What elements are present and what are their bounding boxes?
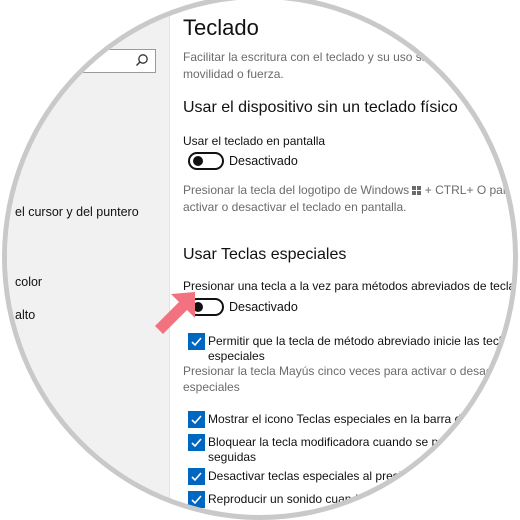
- hint-text-part-2: + CTRL+ O para: [421, 183, 514, 197]
- settings-main: Teclado Facilitar la escritura con el te…: [183, 0, 513, 515]
- shortcut-hint-line-1: Presionar la tecla Mayús cinco veces par…: [183, 364, 518, 378]
- on-screen-keyboard-hint-line-2: activar o desactivar el teclado en panta…: [183, 200, 407, 214]
- section-heading-sticky-keys: Usar Teclas especiales: [183, 246, 347, 263]
- on-screen-keyboard-toggle-state: Desactivado: [229, 154, 298, 168]
- sidebar-item-contrast[interactable]: alto: [15, 308, 35, 322]
- checkbox-lock-modifier[interactable]: [188, 434, 205, 451]
- checkmark-icon: [191, 495, 202, 505]
- search-input[interactable]: [7, 49, 156, 73]
- checkbox-label-lock-line-2: seguidas: [208, 450, 257, 464]
- sidebar-item-color[interactable]: color: [15, 275, 42, 289]
- magnifier-lens: el cursor y del puntero color alto Tecla…: [2, 0, 518, 520]
- checkbox-turn-off[interactable]: [188, 468, 205, 485]
- page-description-line-1: Facilitar la escritura con el teclado y …: [183, 50, 454, 64]
- on-screen-keyboard-hint-line-1: Presionar la tecla del logotipo de Windo…: [183, 182, 514, 199]
- toggle-knob: [193, 156, 203, 166]
- on-screen-keyboard-label: Usar el teclado en pantalla: [183, 134, 326, 148]
- pointer-arrow-icon: [155, 292, 195, 334]
- on-screen-keyboard-toggle[interactable]: [188, 152, 224, 170]
- checkbox-show-icon[interactable]: [188, 411, 205, 428]
- sidebar-item-cursor[interactable]: el cursor y del puntero: [15, 205, 139, 219]
- checkbox-label-lock-line-1: Bloquear la tecla modificadora cuando se…: [208, 435, 478, 449]
- checkbox-label-line-2: especiales: [208, 349, 265, 363]
- checkmark-icon: [191, 472, 202, 482]
- section-heading-physical-keyboard: Usar el dispositivo sin un teclado físic…: [183, 99, 458, 116]
- search-icon: [136, 54, 148, 66]
- hint-text-part-1: Presionar la tecla del logotipo de Windo…: [183, 183, 413, 197]
- page-title: Teclado: [183, 15, 259, 40]
- sticky-keys-label: Presionar una tecla a la vez para método…: [183, 279, 518, 293]
- checkbox-label-play-sound: Reproducir un sonido cuando: [208, 492, 365, 506]
- checkbox-label-line-1: Permitir que la tecla de método abreviad…: [208, 334, 515, 348]
- checkbox-label-turn-off: Desactivar teclas especiales al presiona…: [208, 469, 426, 483]
- checkmark-icon: [191, 415, 202, 425]
- shortcut-hint-line-2: especiales: [183, 380, 240, 394]
- checkbox-label-show-icon: Mostrar el icono Teclas especiales en la…: [208, 412, 505, 426]
- checkmark-icon: [191, 438, 202, 448]
- settings-sidebar: el cursor y del puntero color alto: [7, 0, 170, 515]
- sticky-keys-toggle-state: Desactivado: [229, 300, 298, 314]
- page-description-line-2: movilidad o fuerza.: [183, 67, 284, 81]
- checkbox-play-sound[interactable]: [188, 491, 205, 508]
